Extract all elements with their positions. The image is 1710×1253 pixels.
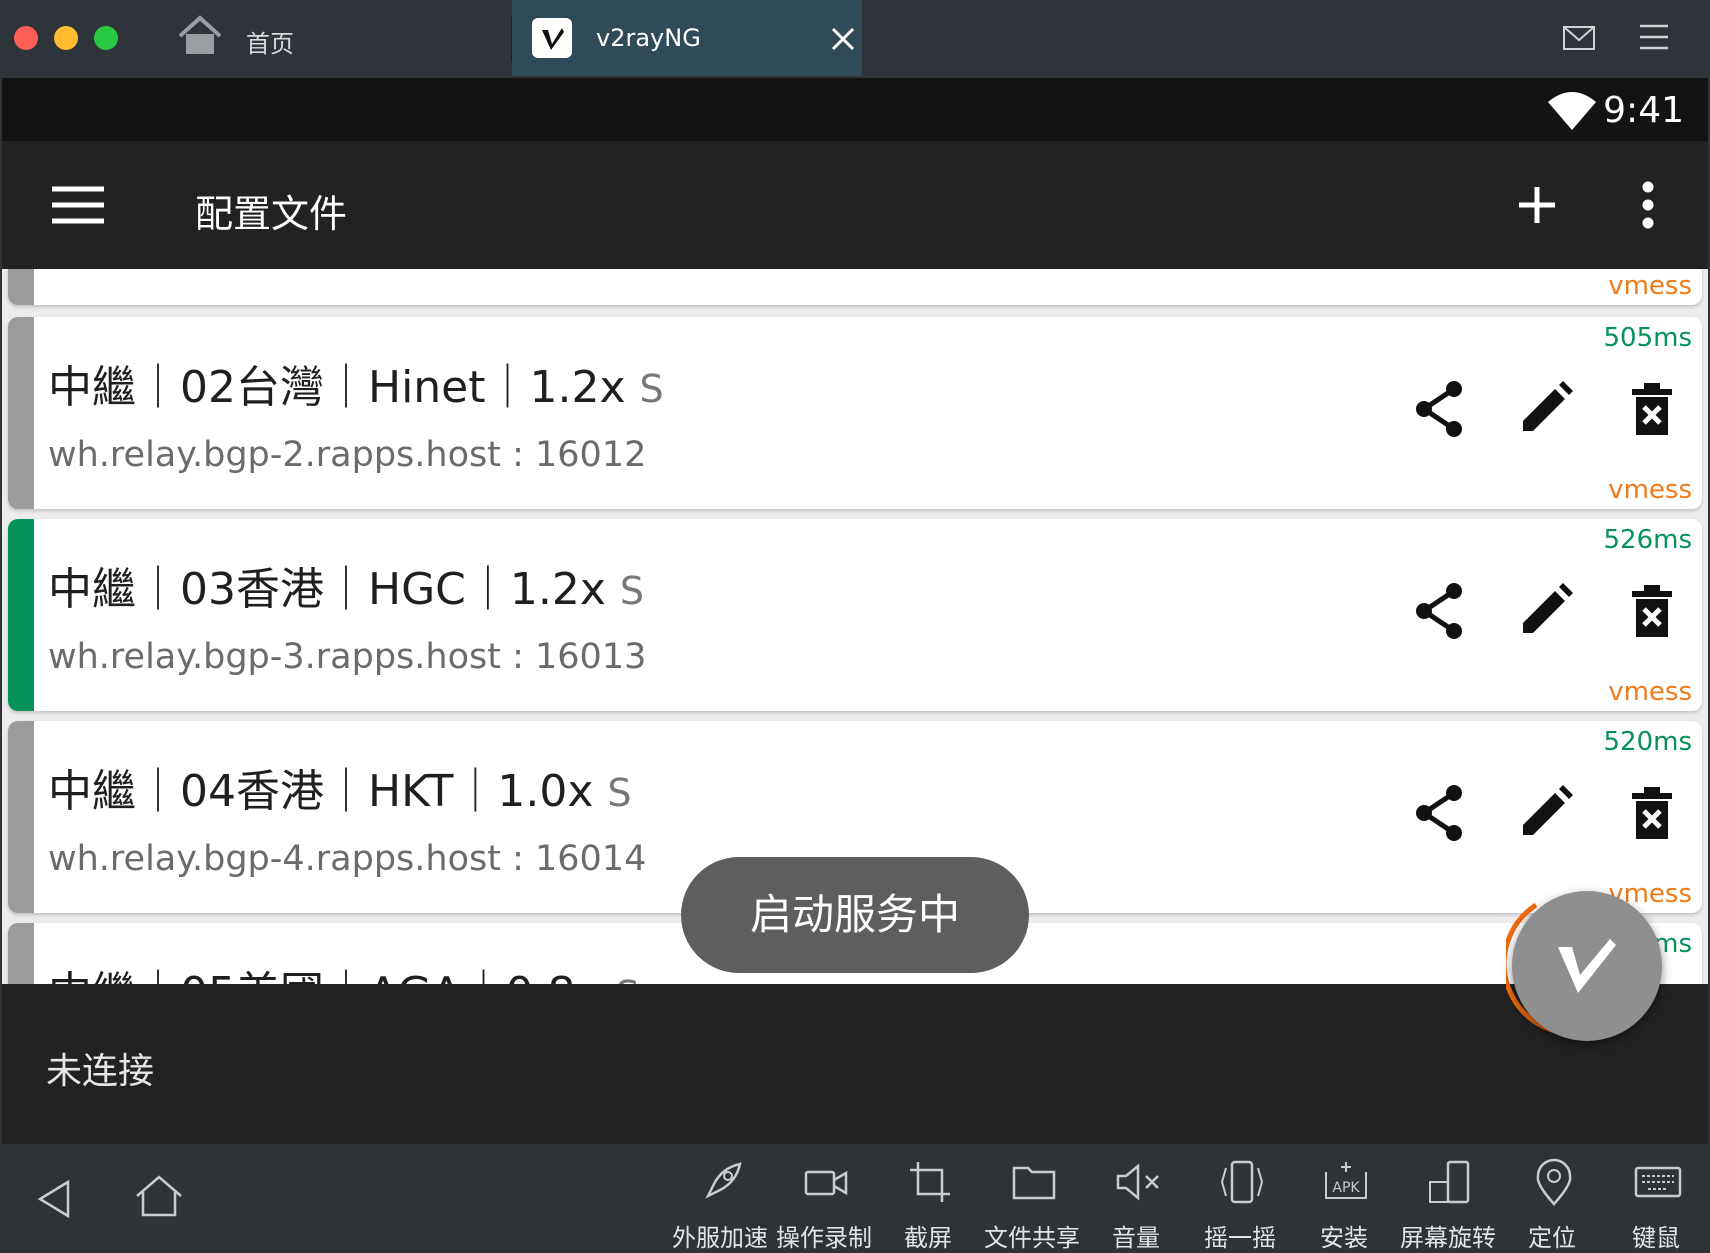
- server-latency: 520ms: [1603, 727, 1693, 757]
- android-status-bar: 9:41: [2, 78, 1708, 141]
- connection-status-bar[interactable]: 未连接: [2, 984, 1708, 1144]
- apk-install-icon: APK: [1325, 1162, 1367, 1199]
- tool-screenshot[interactable]: 截屏: [876, 1154, 980, 1252]
- delete-icon[interactable]: [1620, 579, 1684, 643]
- video-record-icon: [804, 1170, 848, 1196]
- folder-icon: [1012, 1166, 1056, 1200]
- delete-icon[interactable]: [1620, 377, 1684, 441]
- edit-icon[interactable]: [1513, 781, 1577, 845]
- server-card-indicator: [8, 317, 34, 509]
- server-card-indicator: [8, 519, 34, 711]
- tab-v2rayng[interactable]: v2rayNG: [512, 0, 862, 76]
- tool-location[interactable]: 定位: [1500, 1154, 1604, 1252]
- back-icon[interactable]: [36, 1178, 72, 1220]
- shake-icon: [1220, 1160, 1264, 1204]
- server-latency: 505ms: [1603, 323, 1693, 353]
- server-address: wh.relay.bgp-2.rapps.host : 16012: [48, 435, 647, 475]
- tool-rotate[interactable]: 屏幕旋转: [1396, 1154, 1500, 1252]
- share-icon[interactable]: [1408, 377, 1472, 441]
- tool-file-share[interactable]: 文件共享: [980, 1154, 1084, 1252]
- tool-volume[interactable]: 音量: [1084, 1154, 1188, 1252]
- v2rayng-connect-icon: [1558, 939, 1616, 993]
- tab-v2rayng-label: v2rayNG: [596, 24, 701, 52]
- server-name: 中繼｜05美國｜AGA｜0.8x S: [48, 957, 640, 984]
- location-icon: [1536, 1158, 1572, 1206]
- server-protocol: vmess: [1608, 475, 1692, 505]
- window-menu-icon[interactable]: [1640, 24, 1668, 50]
- tab-home-label: 首页: [246, 30, 294, 58]
- connect-fab-button[interactable]: [1512, 891, 1662, 1041]
- connection-status-text: 未连接: [46, 1051, 155, 1092]
- close-tab-icon[interactable]: [830, 26, 856, 52]
- status-clock: 9:41: [1603, 90, 1684, 131]
- window-close-button[interactable]: [14, 26, 38, 50]
- server-card-indicator: [8, 269, 34, 305]
- tool-shake[interactable]: 摇一摇: [1188, 1154, 1292, 1252]
- server-card-indicator: [8, 721, 34, 913]
- server-card-indicator: [8, 923, 34, 984]
- home-icon[interactable]: [134, 1174, 184, 1218]
- volume-mute-icon: [1116, 1163, 1159, 1201]
- server-address: wh.relay.bgp-4.rapps.host : 16014: [48, 839, 647, 879]
- window-maximize-button[interactable]: [94, 26, 118, 50]
- keyboard-icon: [1634, 1166, 1682, 1198]
- server-name: 中繼｜02台灣｜Hinet｜1.2x S: [48, 362, 664, 413]
- server-address: wh.relay.bgp-3.rapps.host : 16013: [48, 637, 647, 677]
- v2rayng-app-icon: [532, 18, 572, 58]
- tool-label: 键鼠: [1632, 1224, 1680, 1252]
- emulator-title-bar: 首页 v2rayNG: [0, 0, 1710, 78]
- page-title: 配置文件: [195, 192, 348, 236]
- more-vert-icon[interactable]: [1640, 181, 1656, 229]
- window-minimize-button[interactable]: [54, 26, 78, 50]
- tool-install-apk[interactable]: APK 安装: [1292, 1154, 1396, 1252]
- edit-icon[interactable]: [1513, 579, 1577, 643]
- server-name: 中繼｜03香港｜HGC｜1.2x S: [48, 564, 645, 615]
- delete-icon[interactable]: [1620, 781, 1684, 845]
- server-card-selected[interactable]: 中繼｜03香港｜HGC｜1.2x S wh.relay.bgp-3.rapps.…: [8, 519, 1702, 711]
- share-icon[interactable]: [1408, 579, 1472, 643]
- mail-icon[interactable]: [1563, 26, 1595, 50]
- share-icon[interactable]: [1408, 781, 1472, 845]
- tool-keymapping[interactable]: 键鼠: [1604, 1154, 1708, 1252]
- tool-accelerate[interactable]: 外服加速: [668, 1154, 772, 1252]
- wifi-icon: [1548, 92, 1596, 130]
- server-card[interactable]: vmess: [8, 269, 1702, 305]
- server-protocol: vmess: [1608, 677, 1692, 707]
- tab-home[interactable]: 首页: [170, 0, 510, 78]
- emulator-toolbar: 外服加速 操作录制 截屏 文件共享 音量 摇一摇 APK 安装 屏幕旋转 定位 …: [0, 1144, 1710, 1252]
- app-toolbar: 配置文件: [2, 141, 1708, 269]
- crop-icon: [910, 1162, 950, 1202]
- server-name: 中繼｜04香港｜HKT｜1.0x S: [48, 766, 632, 817]
- svg-text:APK: APK: [1332, 1180, 1360, 1196]
- home-icon: [178, 15, 222, 54]
- tool-record[interactable]: 操作录制: [772, 1154, 876, 1252]
- server-card[interactable]: 中繼｜02台灣｜Hinet｜1.2x S wh.relay.bgp-2.rapp…: [8, 317, 1702, 509]
- server-protocol: vmess: [1608, 271, 1692, 301]
- rotate-screen-icon: [1429, 1160, 1470, 1204]
- add-icon[interactable]: [1517, 185, 1557, 225]
- toast-message: 启动服务中: [681, 857, 1029, 973]
- edit-icon[interactable]: [1513, 377, 1577, 441]
- rocket-icon: [705, 1162, 742, 1199]
- server-latency: 526ms: [1603, 525, 1693, 555]
- hamburger-menu-icon[interactable]: [52, 185, 104, 225]
